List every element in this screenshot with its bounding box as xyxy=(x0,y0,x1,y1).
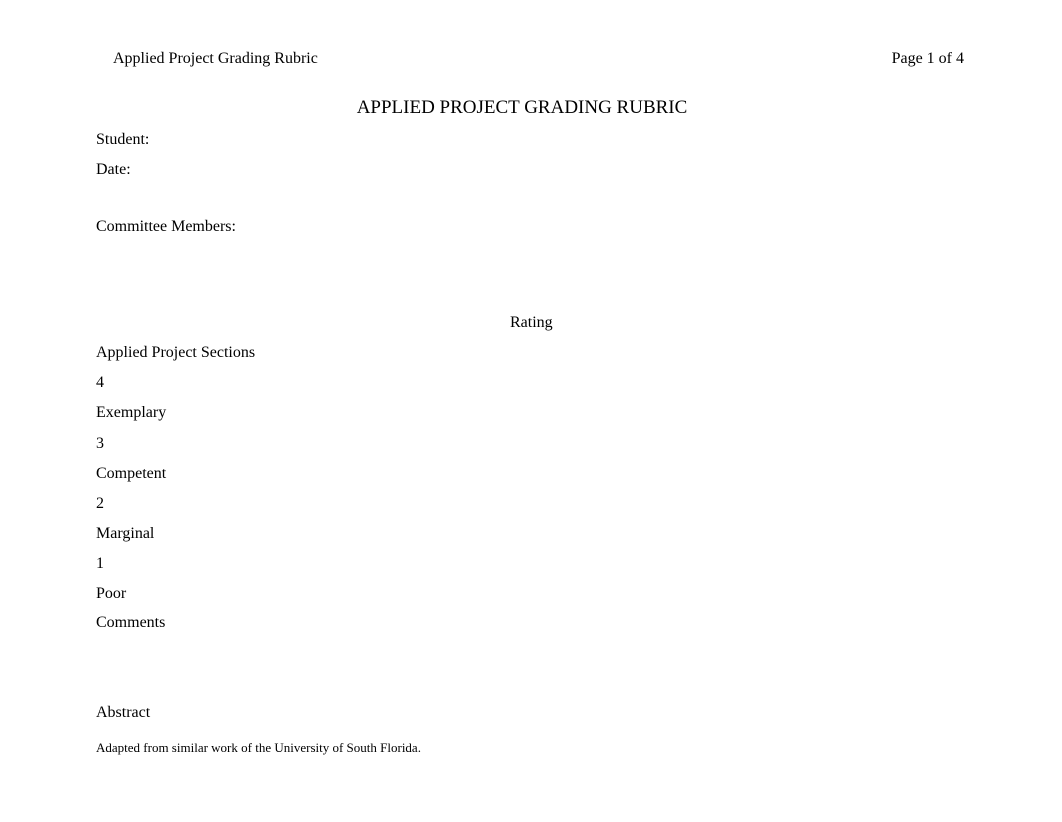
footnote: Adapted from similar work of the Univers… xyxy=(96,740,421,756)
comments-heading: Comments xyxy=(96,614,165,632)
rating-level-3-label: Competent xyxy=(96,465,166,483)
rating-level-2-number: 2 xyxy=(96,495,104,513)
field-student-label: Student: xyxy=(96,131,149,149)
rating-level-2-label: Marginal xyxy=(96,525,154,543)
rating-level-1-number: 1 xyxy=(96,555,104,573)
rating-level-4-number: 4 xyxy=(96,374,104,392)
rating-level-3-number: 3 xyxy=(96,435,104,453)
rating-level-4-label: Exemplary xyxy=(96,404,166,422)
field-date-label: Date: xyxy=(96,161,131,179)
section-abstract: Abstract xyxy=(96,704,150,722)
header-left: Applied Project Grading Rubric xyxy=(113,50,318,68)
document-title: APPLIED PROJECT GRADING RUBRIC xyxy=(0,97,1062,119)
field-committee-label: Committee Members: xyxy=(96,218,236,236)
rating-heading: Rating xyxy=(510,314,553,332)
rating-level-1-label: Poor xyxy=(96,585,126,603)
header-right: Page 1 of 4 xyxy=(892,50,964,68)
sections-heading: Applied Project Sections xyxy=(96,344,255,362)
